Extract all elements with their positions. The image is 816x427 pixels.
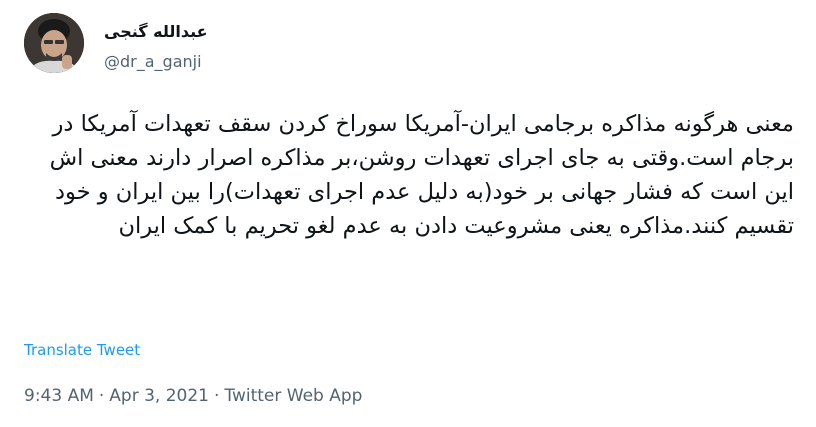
tweet-time[interactable]: 9:43 AM — [24, 386, 94, 406]
avatar[interactable] — [24, 13, 84, 73]
separator: · — [214, 386, 220, 406]
author-display-name[interactable]: عبدالله گنجی — [104, 22, 208, 41]
avatar-image — [24, 13, 84, 73]
tweet-metadata: 9:43 AM · Apr 3, 2021 · Twitter Web App — [24, 386, 362, 406]
separator: · — [98, 386, 105, 406]
translate-tweet-link[interactable]: Translate Tweet — [24, 341, 140, 359]
tweet-text: معنی هرگونه مذاکره برجامی ایران-آمریکا س… — [49, 111, 794, 239]
author-handle[interactable]: @dr_a_ganji — [104, 52, 202, 71]
tweet-date[interactable]: Apr 3, 2021 — [109, 386, 209, 406]
tweet-source[interactable]: Twitter Web App — [224, 386, 362, 406]
